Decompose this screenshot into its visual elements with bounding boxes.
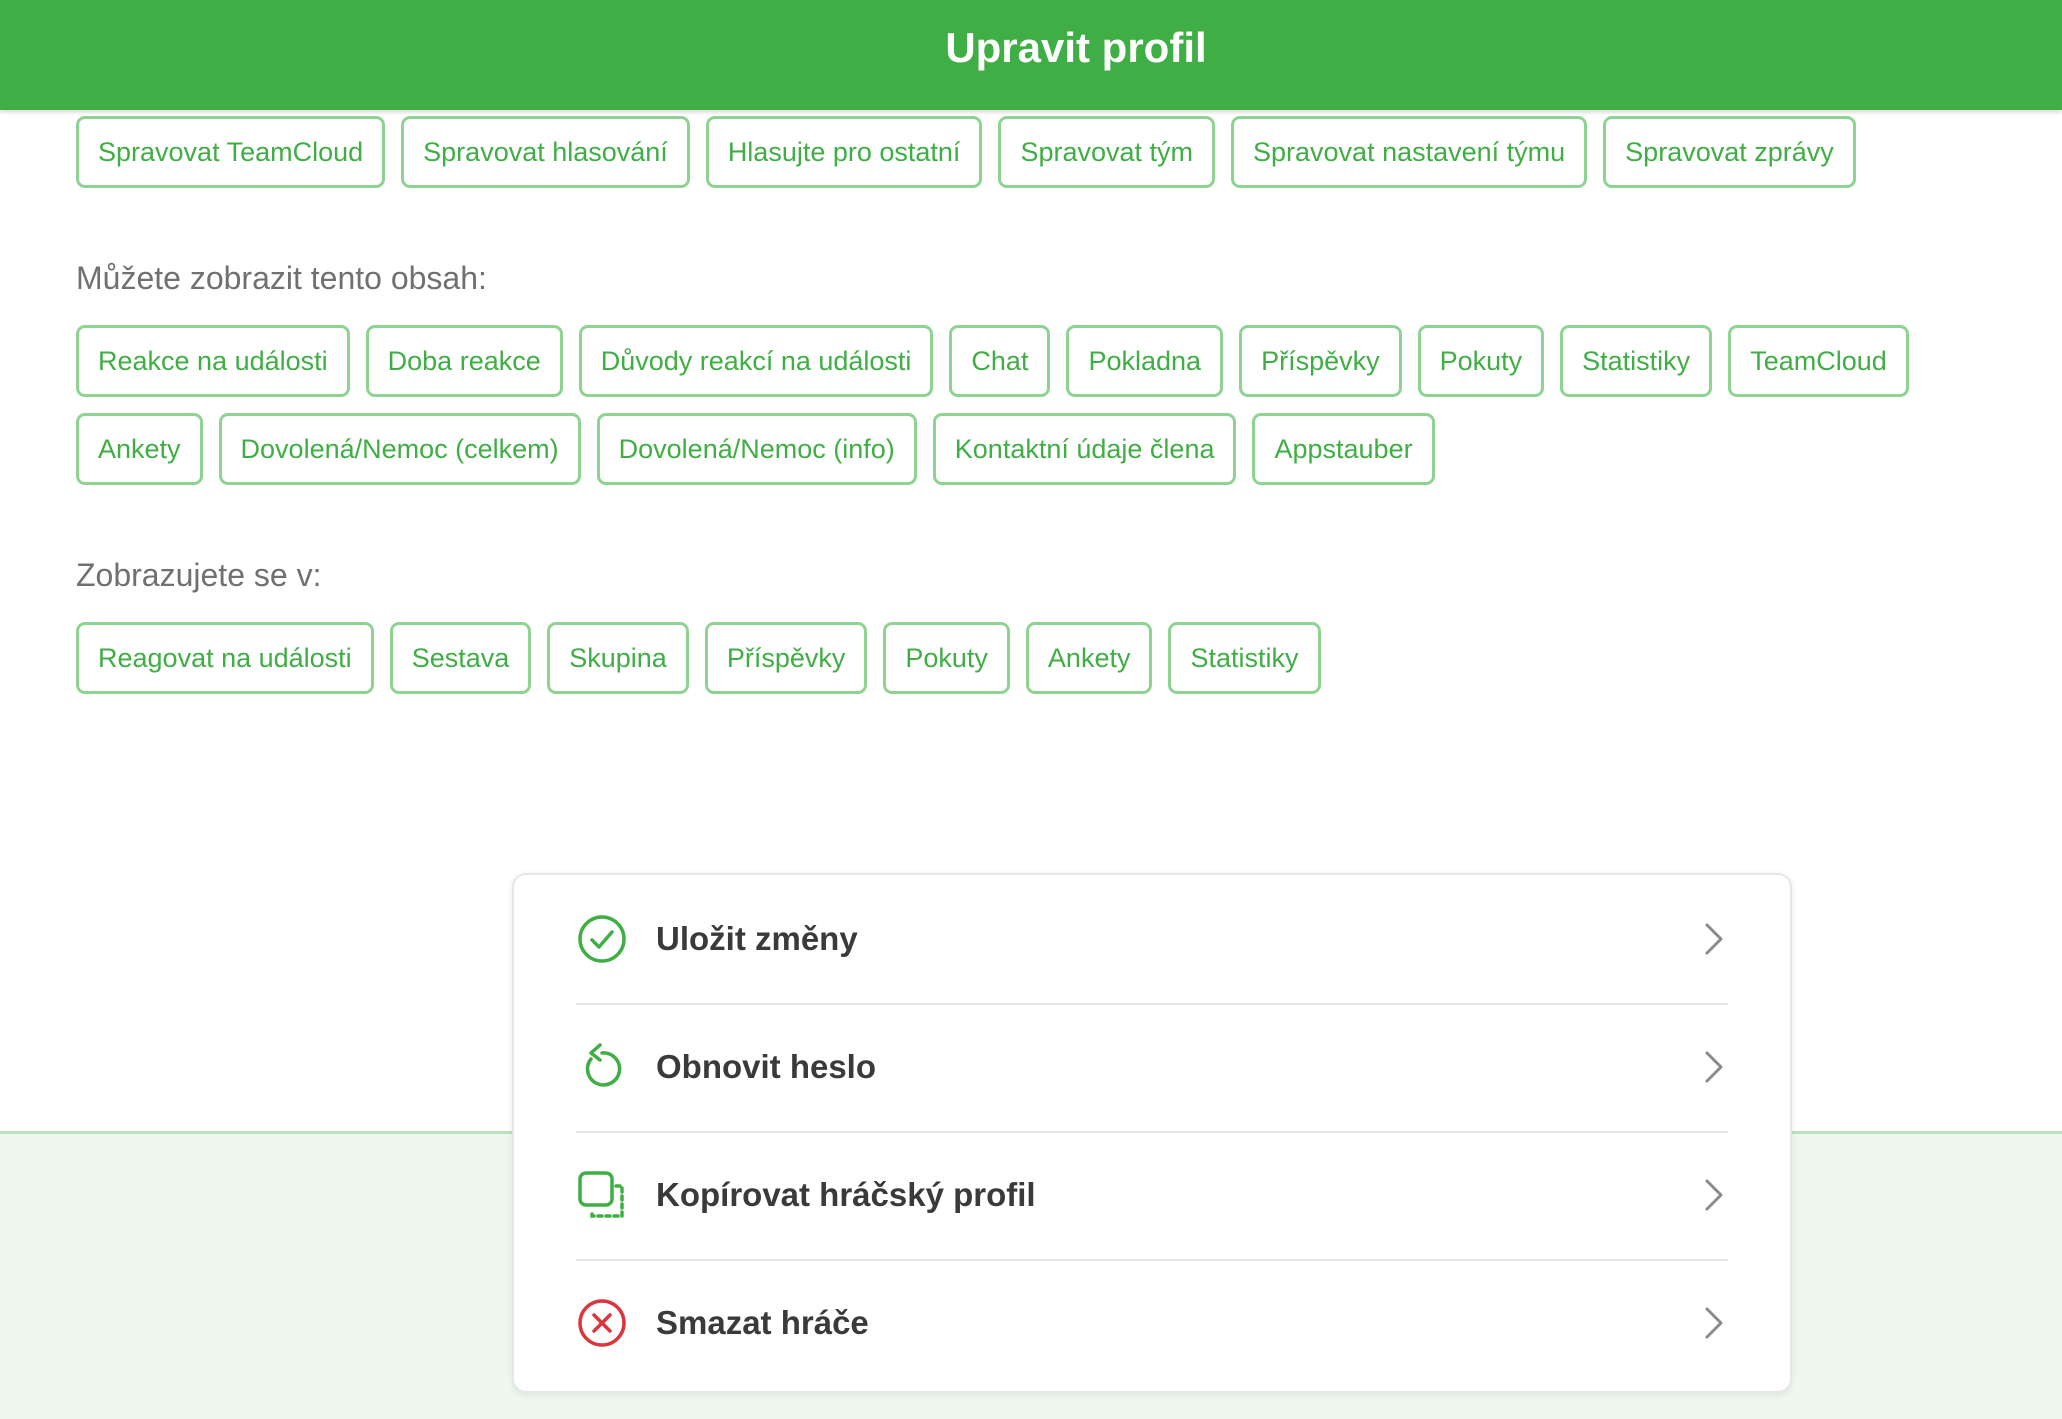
reset-password-label: Obnovit heslo bbox=[656, 1048, 877, 1085]
content-chip[interactable]: Příspěvky bbox=[1239, 325, 1402, 397]
visible-content-chip-list: Reakce na události Doba reakce Důvody re… bbox=[76, 325, 2016, 485]
permission-chip[interactable]: Spravovat zprávy bbox=[1603, 116, 1856, 188]
reset-password-button[interactable]: Obnovit heslo bbox=[576, 1003, 1728, 1133]
appears-in-chip[interactable]: Příspěvky bbox=[704, 622, 868, 694]
appears-in-chip[interactable]: Statistiky bbox=[1168, 622, 1321, 694]
appears-in-chip[interactable]: Pokuty bbox=[883, 622, 1010, 694]
reset-icon bbox=[576, 1041, 628, 1093]
appears-in-chip[interactable]: Skupina bbox=[547, 622, 689, 694]
chevron-right-icon bbox=[1700, 1305, 1728, 1341]
appears-in-chip[interactable]: Reagovat na události bbox=[76, 622, 374, 694]
delete-player-button[interactable]: Smazat hráče bbox=[576, 1259, 1728, 1387]
content-chip[interactable]: Kontaktní údaje člena bbox=[932, 413, 1237, 485]
profile-content: Spravovat TeamCloud Spravovat hlasování … bbox=[76, 116, 2016, 694]
actions-card: Uložit změny Obnovit heslo Kopírovat hrá… bbox=[512, 873, 1792, 1393]
content-chip[interactable]: Doba reakce bbox=[365, 325, 563, 397]
app-header: Upravit profil bbox=[0, 0, 2062, 110]
content-chip[interactable]: Dovolená/Nemoc (info) bbox=[596, 413, 917, 485]
appears-in-chip[interactable]: Ankety bbox=[1025, 622, 1153, 694]
chevron-right-icon bbox=[1700, 921, 1728, 957]
content-chip[interactable]: Reakce na události bbox=[76, 325, 350, 397]
permissions-chip-list: Spravovat TeamCloud Spravovat hlasování … bbox=[76, 116, 2016, 188]
copy-player-profile-label: Kopírovat hráčský profil bbox=[656, 1176, 1036, 1213]
delete-circle-icon bbox=[576, 1297, 628, 1349]
copy-icon bbox=[576, 1169, 628, 1221]
content-chip[interactable]: Důvody reakcí na události bbox=[578, 325, 934, 397]
save-changes-button[interactable]: Uložit změny bbox=[576, 875, 1728, 1005]
permission-chip[interactable]: Spravovat TeamCloud bbox=[76, 116, 386, 188]
chevron-right-icon bbox=[1700, 1177, 1728, 1213]
permission-chip[interactable]: Spravovat tým bbox=[998, 116, 1215, 188]
chevron-right-icon bbox=[1700, 1049, 1728, 1085]
content-chip[interactable]: Ankety bbox=[76, 413, 203, 485]
content-chip[interactable]: Pokuty bbox=[1417, 325, 1545, 397]
appears-in-chip[interactable]: Sestava bbox=[389, 622, 532, 694]
check-circle-icon bbox=[576, 913, 628, 965]
save-changes-label: Uložit změny bbox=[656, 920, 858, 957]
delete-player-label: Smazat hráče bbox=[656, 1304, 869, 1341]
visible-content-label: Můžete zobrazit tento obsah: bbox=[76, 260, 487, 296]
permission-chip[interactable]: Spravovat hlasování bbox=[401, 116, 690, 188]
copy-player-profile-button[interactable]: Kopírovat hráčský profil bbox=[576, 1131, 1728, 1261]
content-chip[interactable]: Appstauber bbox=[1252, 413, 1435, 485]
content-chip[interactable]: Chat bbox=[949, 325, 1051, 397]
appears-in-label: Zobrazujete se v: bbox=[76, 557, 322, 593]
content-chip[interactable]: TeamCloud bbox=[1728, 325, 1909, 397]
appears-in-chip-list: Reagovat na události Sestava Skupina Pří… bbox=[76, 622, 2016, 694]
permission-chip[interactable]: Hlasujte pro ostatní bbox=[705, 116, 983, 188]
page-title: Upravit profil bbox=[945, 24, 1207, 71]
content-chip[interactable]: Statistiky bbox=[1560, 325, 1713, 397]
content-chip[interactable]: Dovolená/Nemoc (celkem) bbox=[218, 413, 581, 485]
permission-chip[interactable]: Spravovat nastavení týmu bbox=[1231, 116, 1588, 188]
content-chip[interactable]: Pokladna bbox=[1066, 325, 1224, 397]
